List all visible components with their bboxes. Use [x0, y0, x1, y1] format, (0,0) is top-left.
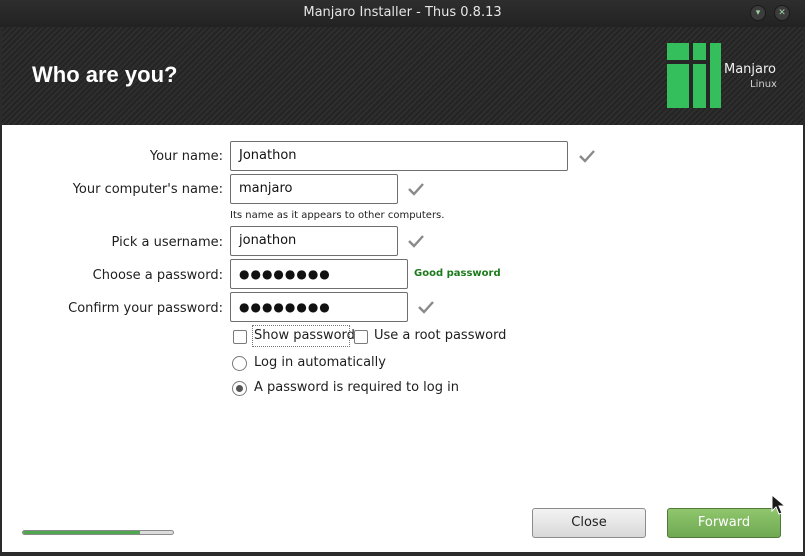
page-header: Who are you? Manjaro Linux: [2, 27, 803, 125]
computer-name-hint: Its name as it appears to other computer…: [230, 210, 445, 221]
confirm-password-field[interactable]: ●●●●●●●●: [230, 292, 408, 322]
name-label: Your name:: [149, 149, 223, 164]
computer-name-label: Your computer's name:: [72, 182, 223, 197]
check-icon: [579, 150, 595, 163]
login-password-label[interactable]: A password is required to log in: [254, 380, 459, 395]
login-password-radio[interactable]: [232, 381, 247, 396]
window-title: Manjaro Installer - Thus 0.8.13: [303, 5, 502, 20]
computer-name-field[interactable]: manjaro: [230, 174, 398, 204]
logo-name: Manjaro: [724, 62, 777, 77]
password-strength: Good password: [414, 268, 501, 279]
chevron-down-icon: ▾: [755, 8, 761, 18]
password-label: Choose a password:: [92, 268, 223, 283]
forward-button[interactable]: Forward: [667, 508, 781, 538]
install-progress-bar: [22, 530, 174, 535]
manjaro-logo-icon: [667, 43, 721, 108]
username-field[interactable]: jonathon: [230, 226, 398, 256]
show-password-label[interactable]: Show password: [254, 328, 355, 343]
login-auto-radio[interactable]: [232, 356, 247, 371]
progress-fill: [23, 531, 140, 534]
confirm-password-label: Confirm your password:: [68, 301, 223, 316]
check-icon: [418, 301, 434, 314]
close-button[interactable]: Close: [532, 508, 646, 538]
login-auto-label[interactable]: Log in automatically: [254, 355, 386, 370]
password-field[interactable]: ●●●●●●●●: [230, 259, 408, 289]
page-title: Who are you?: [32, 62, 178, 87]
username-label: Pick a username:: [111, 235, 223, 250]
show-password-checkbox[interactable]: [233, 330, 247, 344]
logo-subtitle: Linux: [750, 79, 777, 90]
minimize-button[interactable]: ▾: [750, 5, 766, 21]
close-icon: ✕: [778, 8, 786, 18]
root-password-label[interactable]: Use a root password: [374, 328, 506, 343]
title-bar: Manjaro Installer - Thus 0.8.13 ▾ ✕: [0, 0, 805, 27]
check-icon: [408, 235, 424, 248]
check-icon: [408, 183, 424, 196]
name-field[interactable]: Jonathon: [230, 141, 568, 171]
mouse-cursor-icon: [771, 494, 787, 515]
root-password-checkbox[interactable]: [354, 330, 368, 344]
close-window-button[interactable]: ✕: [774, 5, 790, 21]
user-form: Your name: Jonathon Your computer's name…: [2, 125, 803, 552]
